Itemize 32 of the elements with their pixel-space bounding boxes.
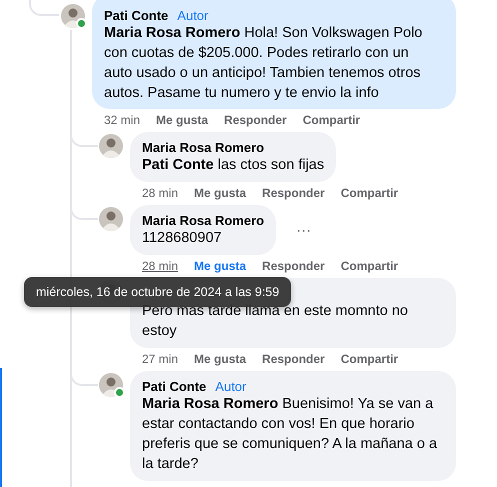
timestamp-link[interactable]: 27 min — [142, 351, 178, 367]
reply-link[interactable]: Responder — [262, 258, 325, 274]
author-name[interactable]: Pati Conte — [142, 378, 206, 394]
author-name[interactable]: Maria Rosa Romero — [142, 140, 264, 154]
author-label: Autor — [177, 8, 208, 22]
like-link[interactable]: Me gusta — [194, 351, 246, 367]
like-link[interactable]: Me gusta — [194, 185, 246, 201]
avatar[interactable] — [61, 4, 85, 28]
author-name[interactable]: Maria Rosa Romero — [142, 212, 264, 228]
avatar[interactable] — [99, 207, 123, 231]
reply-link[interactable]: Responder — [224, 112, 287, 128]
share-link[interactable]: Compartir — [302, 112, 360, 128]
share-link[interactable]: Compartir — [340, 185, 398, 201]
comment-text: Maria Rosa Romero Buenisimo! Ya se van a estar contactando con vos! En que horario preferis que se comuniquen? A la mañana o a la tarde? — [142, 395, 438, 474]
timestamp-link[interactable]: 32 min — [104, 112, 140, 128]
timestamp-link[interactable]: 28 min — [142, 258, 178, 274]
more-button[interactable]: ··· — [292, 220, 316, 240]
share-link[interactable]: Compartir — [340, 258, 398, 274]
avatar[interactable] — [99, 134, 123, 158]
avatar[interactable] — [99, 373, 123, 397]
author-label: Autor — [215, 378, 246, 394]
comment-text: 1128680907 — [142, 229, 223, 248]
reply-link[interactable]: Responder — [262, 185, 325, 201]
comment-text: Maria Rosa Romero Hola! Son Volkswagen Polo con cuotas de $205.000. Podes retirarlo con un auto usado o un anticipo! Tambien tenemos otros autos. Pasame tu numero y te envio la info — [104, 24, 424, 103]
like-link[interactable]: Me gusta — [194, 258, 246, 274]
comment-text: Pati Conte las ctos son fijas — [142, 156, 324, 175]
share-link[interactable]: Compartir — [340, 351, 398, 367]
timestamp-link[interactable]: 28 min — [142, 185, 178, 201]
date-tooltip: miércoles, 16 de octubre de 2024 a las 9:59 — [24, 277, 292, 307]
author-name[interactable]: Pati Conte — [104, 8, 168, 22]
reply-link[interactable]: Responder — [262, 351, 325, 367]
like-link[interactable]: Me gusta — [156, 112, 208, 128]
